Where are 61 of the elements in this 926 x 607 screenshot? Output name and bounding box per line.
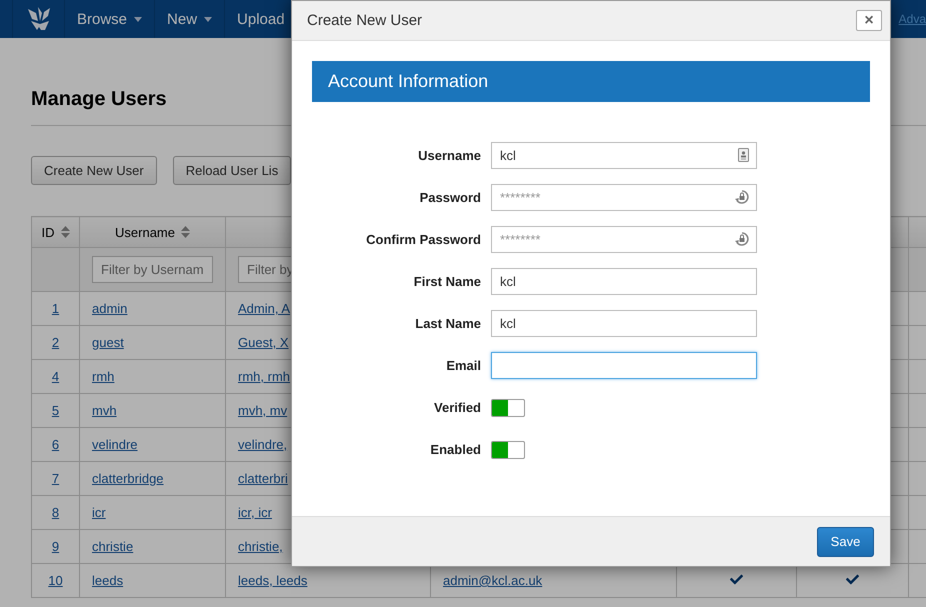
field-label: Confirm Password xyxy=(365,232,481,247)
id-link[interactable]: 7 xyxy=(52,471,60,486)
column-header[interactable]: Username xyxy=(80,216,226,248)
field-label: Password xyxy=(418,190,481,205)
nav-menu-item[interactable]: Browse xyxy=(65,0,156,38)
lock-icon xyxy=(735,232,749,248)
dialog-title: Create New User xyxy=(307,12,422,29)
id-link[interactable]: 10 xyxy=(48,573,63,588)
id-link[interactable]: 4 xyxy=(52,369,60,384)
email-link[interactable]: admin@kcl.ac.uk xyxy=(443,573,542,588)
username-link[interactable]: guest xyxy=(92,335,124,350)
field-label: Email xyxy=(445,358,481,373)
sort-icon[interactable] xyxy=(180,226,190,238)
name-link[interactable]: Admin, A xyxy=(238,301,290,316)
sort-icon[interactable] xyxy=(60,226,70,238)
field-label: Username xyxy=(417,148,481,163)
section-header: Account Information xyxy=(312,61,870,102)
username-link[interactable]: leeds xyxy=(92,573,124,588)
id-link[interactable]: 2 xyxy=(52,335,60,350)
name-link[interactable]: rmh, rmh xyxy=(238,369,290,384)
create-user-button[interactable]: Create New User xyxy=(31,156,157,185)
logo-icon[interactable] xyxy=(26,5,52,33)
save-button[interactable]: Save xyxy=(817,526,874,556)
username-link[interactable]: rmh xyxy=(92,369,114,384)
name-link[interactable]: velindre, xyxy=(238,437,288,452)
id-link[interactable]: 5 xyxy=(52,403,60,418)
input-field[interactable]: kcl xyxy=(491,142,757,169)
username-link[interactable]: christie xyxy=(92,539,134,554)
username-link[interactable]: icr xyxy=(92,505,106,520)
username-link[interactable]: mvh xyxy=(92,403,117,418)
username-link[interactable]: admin xyxy=(92,301,128,316)
id-link[interactable]: 1 xyxy=(52,301,60,316)
reload-button[interactable]: Reload User Lis xyxy=(172,156,292,185)
toggle-switch[interactable] xyxy=(491,440,525,458)
name-link[interactable]: christie, xyxy=(238,539,283,554)
id-link[interactable]: 6 xyxy=(52,437,60,452)
id-link[interactable]: 8 xyxy=(52,505,60,520)
lock-icon xyxy=(735,190,749,206)
column-header[interactable]: ID xyxy=(32,216,80,248)
input-field[interactable]: kcl xyxy=(491,310,757,337)
input-field[interactable] xyxy=(491,352,757,379)
name-link[interactable]: Guest, X xyxy=(238,335,289,350)
id-link[interactable]: 9 xyxy=(52,539,60,554)
contact-card-icon xyxy=(738,148,749,162)
field-label: First Name xyxy=(412,274,481,289)
field-label: Enabled xyxy=(429,442,481,457)
filter-field[interactable]: Filter by Usernam xyxy=(92,256,213,283)
input-field[interactable]: ******** xyxy=(491,184,757,211)
nav-menu-item[interactable]: New xyxy=(155,0,226,38)
page-title: Manage Users xyxy=(31,88,167,111)
username-link[interactable]: velindre xyxy=(92,437,138,452)
name-link[interactable]: mvh, mv xyxy=(238,403,288,418)
field-label: Verified xyxy=(433,400,481,415)
name-link[interactable]: leeds, leeds xyxy=(238,573,308,588)
name-link[interactable]: clatterbri xyxy=(238,471,288,486)
name-link[interactable]: icr, icr xyxy=(238,505,272,520)
input-field[interactable]: kcl xyxy=(491,268,757,295)
input-field[interactable]: ******** xyxy=(491,226,757,253)
field-label: Last Name xyxy=(414,316,481,331)
toggle-switch[interactable] xyxy=(491,398,525,416)
close-button[interactable]: × xyxy=(856,10,882,31)
